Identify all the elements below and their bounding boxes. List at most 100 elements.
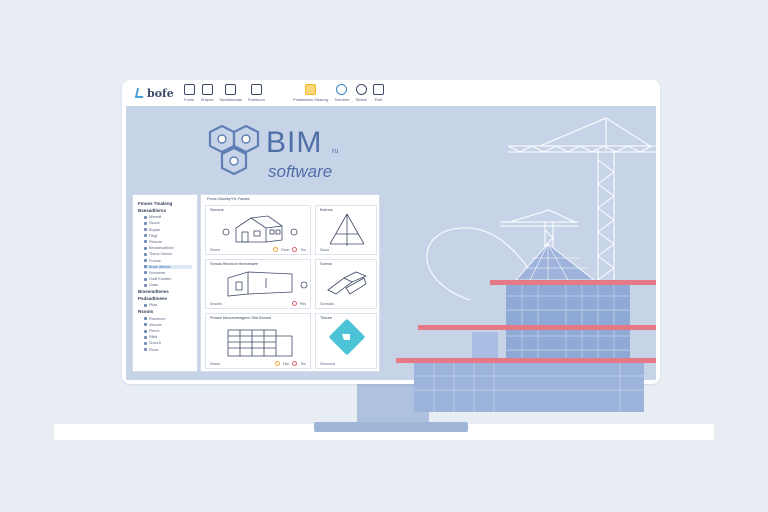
bullet-icon [144, 265, 147, 269]
sidebar-item-label: Bopan [149, 227, 160, 232]
toolbar-button-share[interactable]: Floit [372, 84, 384, 102]
edit-icon [201, 84, 213, 95]
bullet-icon [144, 348, 147, 352]
sidebar-item-label: Plias [149, 303, 158, 308]
sidebar-item-label: Flescon [149, 239, 163, 244]
app-logo[interactable]: bofe [134, 86, 174, 100]
sidebar-item-label: Bnoe dheoel [149, 264, 171, 269]
sidebar-section-title[interactable]: Fmoes Tmaleng [138, 201, 192, 206]
sidebar-item[interactable]: Ooaf Koedeo [144, 277, 192, 281]
sidebar-item[interactable]: Uoas [144, 283, 192, 287]
card-tripod[interactable]: Bdxnns Slaos [315, 205, 377, 255]
card-elevation[interactable]: Pmose bfooranesdgenn Sbe Bnnsnt Sosas Fl… [205, 313, 311, 369]
sidebar-item[interactable]: Rdonmon [144, 317, 192, 321]
sidebar-item[interactable]: Soomene [144, 271, 192, 275]
sidebar-item-label: Flbgt [149, 233, 158, 238]
favorite-icon[interactable] [273, 247, 279, 252]
hero-superscript: ru [332, 148, 339, 155]
sidebar-item[interactable]: Flescon [144, 240, 192, 244]
monitor-base [314, 422, 468, 432]
bullet-icon [144, 240, 147, 244]
bullet-icon [144, 283, 147, 287]
bullet-icon [144, 234, 147, 238]
sidebar-item[interactable]: Bnoe dheoel [144, 264, 192, 269]
document-icon [183, 84, 195, 95]
sidebar-item[interactable]: Srocch [144, 341, 192, 345]
panel-header: Fmos Oaoirky^rt1 Faceta [207, 197, 250, 201]
sidebar-item[interactable]: Mimedt [144, 215, 192, 219]
bullet-icon [144, 271, 147, 275]
sidebar-section-title[interactable]: Bioesmdtenes [138, 289, 192, 294]
sidebar-item-label: Ooaf Koedeo [149, 277, 172, 282]
sidebar-section-title[interactable]: Psdsadtmees [138, 296, 192, 301]
card-beam[interactable]: Soenor Sonasas [315, 259, 377, 309]
sidebar-item-label: Svooe [149, 221, 160, 226]
share-icon [372, 84, 384, 95]
card-section[interactable]: Snroas fhiscrcce fbreoesaee Snsdes Flbs [205, 259, 311, 309]
sidebar-item[interactable]: Bopan [144, 228, 192, 232]
sidebar-item-label: Mimedt [149, 215, 162, 220]
toolbar-button-structure[interactable]: Smetsure [248, 84, 265, 102]
bullet-icon [144, 252, 147, 256]
logo-text: bofe [147, 86, 174, 100]
sidebar-item-label: Fleeol [149, 329, 160, 333]
logo-mark-icon [134, 88, 146, 98]
sidebar-item[interactable]: Fleeol [144, 329, 192, 333]
sidebar-item[interactable]: Thenc Oamur [144, 252, 192, 256]
card-app[interactable]: Tboree Senmons [315, 313, 377, 369]
sidebar-item-label: Veoose [149, 322, 162, 327]
sidebar-item-label: Rdonmon [149, 316, 166, 321]
bullet-icon [144, 303, 147, 307]
layers-icon [225, 84, 237, 95]
sidebar-item[interactable]: Plias [144, 303, 192, 307]
bullet-icon [144, 221, 147, 225]
sidebar-item[interactable]: Rliidi [144, 335, 192, 339]
app-canvas: BIM ru software Fmoes Tmaleng Bxesadtivrs… [126, 106, 656, 380]
bullet-icon [144, 317, 147, 321]
toolbar-button-featured[interactable]: Pnidaeiadn Sbanrrg [293, 84, 328, 102]
bullet-icon [144, 277, 147, 281]
sidebar-item[interactable]: Fleoe [144, 348, 192, 352]
favorite-icon[interactable] [274, 361, 280, 366]
sidebar-item-label: Uoas [149, 283, 158, 288]
hero-title: BIM [266, 126, 323, 159]
bullet-icon [144, 323, 147, 327]
sidebar-item-label: Thenc Oamur [149, 252, 173, 257]
sidebar-item[interactable]: Fmooe [144, 259, 192, 263]
sidebar-item[interactable]: Beurdecaltrant [144, 246, 192, 250]
toolbar-button-edit[interactable]: Srtqoel [201, 84, 213, 102]
sidebar-item-label: Srocch [149, 341, 161, 346]
sidebar-item[interactable]: Flbgt [144, 234, 192, 238]
sidebar-item[interactable]: Svooe [144, 221, 192, 225]
bullet-icon [144, 329, 147, 333]
toolbar-button-gear[interactable]: Stolbe [356, 84, 367, 102]
sidebar-item-label: Fleoe [149, 347, 159, 352]
pin-icon[interactable] [292, 361, 298, 366]
bullet-icon [144, 246, 147, 250]
settings-icon [336, 84, 348, 95]
monitor-stand [357, 384, 429, 424]
pin-icon[interactable] [291, 301, 297, 306]
sidebar: Fmoes Tmaleng Bxesadtivrss Mimedt Svooe Bopa… [132, 194, 198, 372]
bullet-icon [144, 228, 147, 232]
star-icon [305, 84, 317, 95]
sidebar-item-label: Soomene [149, 270, 166, 275]
toolbar-button-settings[interactable]: Sonrbee [334, 84, 350, 102]
hero-subtitle: software [268, 162, 333, 181]
sidebar-item-label: Fmooe [149, 258, 161, 263]
home-icon [250, 84, 262, 95]
sidebar-item[interactable]: Veoose [144, 323, 192, 327]
bullet-icon [144, 215, 147, 219]
card-house[interactable]: Sixnons Seons Rzun Tbs [205, 205, 311, 255]
sidebar-section-title[interactable]: Bxesadtivrss [138, 208, 192, 213]
bullet-icon [144, 259, 147, 262]
sidebar-section-title[interactable]: Rsoots [138, 309, 192, 314]
pin-icon[interactable] [292, 247, 298, 252]
toolbar-button-layers[interactable]: Smeltaorads [219, 84, 242, 102]
toolbar-button-home[interactable]: Fome [183, 84, 195, 102]
sidebar-item-label: Rliidi [149, 335, 158, 340]
bullet-icon [144, 335, 147, 339]
bullet-icon [144, 341, 147, 345]
monitor: bofe Fome Srtqoel Smeltaorads Smetsure P… [122, 80, 660, 384]
gear-icon [355, 84, 367, 95]
